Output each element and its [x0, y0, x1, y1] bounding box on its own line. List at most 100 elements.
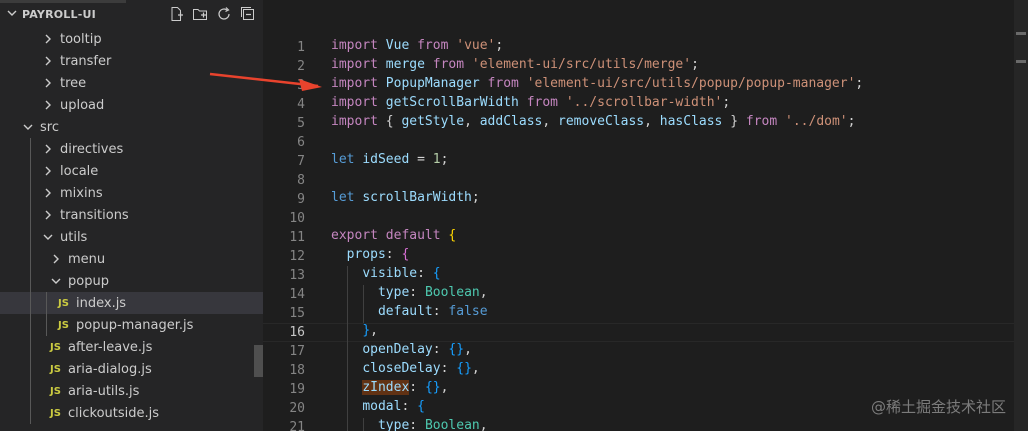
- code-token: PopupManager: [385, 76, 480, 91]
- code-token: from: [417, 38, 449, 53]
- watermark: @稀土掘金技术社区: [870, 398, 1006, 416]
- chevron-right-icon[interactable]: [42, 55, 54, 67]
- code-line[interactable]: import { getStyle, addClass, removeClass…: [331, 114, 855, 133]
- code-line[interactable]: visible: {: [331, 266, 441, 285]
- code-token: :: [432, 342, 449, 357]
- tree-folder-transfer[interactable]: transfer: [0, 50, 263, 72]
- tree-file-popup-manager-js[interactable]: JS popup-manager.js: [0, 314, 263, 336]
- tree-folder-popup[interactable]: popup: [0, 270, 263, 292]
- sidebar-scrollbar[interactable]: [254, 345, 263, 377]
- code-token: '../dom': [785, 114, 848, 129]
- chevron-right-icon[interactable]: [50, 253, 62, 265]
- code-token: let: [331, 190, 355, 205]
- tree-item-label: menu: [68, 251, 106, 267]
- code-token: export: [331, 228, 378, 243]
- code-token: import: [331, 114, 378, 129]
- code-editor[interactable]: 1 2 3 4 5 6 7 8 9 10 11 12 13 14 15 16 17 18 19 20 21 import…: [263, 0, 1028, 431]
- code-line[interactable]: import merge from 'element-ui/src/utils/…: [331, 57, 699, 76]
- chevron-down-icon[interactable]: [50, 275, 62, 287]
- ruler-mark: [1016, 32, 1026, 35]
- code-line[interactable]: type: Boolean,: [331, 285, 488, 304]
- tree-file-clickoutside-js[interactable]: JS clickoutside.js: [0, 402, 263, 424]
- explorer-header[interactable]: PAYROLL-UI: [0, 0, 263, 30]
- tree-item-label: mixins: [60, 185, 103, 201]
- chevron-down-icon[interactable]: [6, 7, 18, 19]
- code-token: hasClass: [659, 114, 723, 129]
- code-token: Boolean: [424, 418, 480, 431]
- code-token: :: [385, 247, 402, 262]
- tree-file-index-js[interactable]: JS index.js: [0, 292, 263, 314]
- tree-file-aria-utils-js[interactable]: JS aria-utils.js: [0, 380, 263, 402]
- code-token: :: [417, 266, 433, 281]
- tree-item-label: upload: [60, 97, 105, 113]
- chevron-right-icon[interactable]: [42, 187, 54, 199]
- code-token: ;: [495, 38, 504, 53]
- code-line[interactable]: let scrollBarWidth;: [331, 190, 480, 209]
- chevron-right-icon[interactable]: [42, 33, 54, 45]
- code-token: idSeed: [362, 152, 410, 167]
- editor-overview-ruler[interactable]: [1014, 0, 1028, 431]
- tree-folder-tree[interactable]: tree: [0, 72, 263, 94]
- chevron-right-icon[interactable]: [42, 165, 54, 177]
- code-token: ;: [440, 152, 449, 167]
- code-token: {}: [448, 342, 465, 357]
- collapse-all-icon[interactable]: [239, 5, 257, 23]
- chevron-right-icon[interactable]: [42, 143, 54, 155]
- tree-folder-transitions[interactable]: transitions: [0, 204, 263, 226]
- code-token: scrollBarWidth: [362, 190, 472, 205]
- code-line[interactable]: export default {: [331, 228, 456, 247]
- code-line[interactable]: modal: {: [331, 399, 425, 418]
- code-line[interactable]: import PopupManager from 'element-ui/src…: [331, 76, 863, 95]
- tree-folder-src[interactable]: src: [0, 116, 263, 138]
- code-line[interactable]: type: Boolean,: [331, 418, 488, 431]
- refresh-icon[interactable]: [215, 5, 233, 23]
- line-number: 15: [289, 306, 305, 321]
- tree-item-label: clickoutside.js: [68, 405, 160, 421]
- chevron-right-icon[interactable]: [42, 99, 54, 111]
- code-token: {}: [424, 380, 441, 395]
- tree-item-label: tree: [60, 75, 87, 91]
- tree-indent-guide: [46, 292, 47, 336]
- code-line[interactable]: let idSeed = 1;: [331, 152, 448, 171]
- code-line[interactable]: default: false: [331, 304, 488, 323]
- code-token: from: [745, 114, 778, 129]
- code-line[interactable]: import getScrollBarWidth from '../scroll…: [331, 95, 730, 114]
- code-line[interactable]: zIndex: {},: [331, 380, 448, 399]
- new-file-icon[interactable]: [167, 5, 185, 23]
- tree-file-aria-dialog-js[interactable]: JS aria-dialog.js: [0, 358, 263, 380]
- code-token: ,: [471, 361, 480, 376]
- code-line[interactable]: import Vue from 'vue';: [331, 38, 503, 57]
- new-folder-icon[interactable]: [191, 5, 209, 23]
- code-line[interactable]: },: [331, 323, 378, 342]
- code-line[interactable]: closeDelay: {},: [331, 361, 480, 380]
- line-number: 8: [297, 173, 305, 188]
- chevron-right-icon[interactable]: [42, 77, 54, 89]
- code-token: getStyle: [401, 114, 465, 129]
- code-token: =: [409, 152, 433, 167]
- tree-folder-mixins[interactable]: mixins: [0, 182, 263, 204]
- code-token: 'vue': [456, 38, 496, 53]
- code-token: ,: [440, 380, 449, 395]
- tree-folder-utils[interactable]: utils: [0, 226, 263, 248]
- chevron-right-icon[interactable]: [42, 209, 54, 221]
- tree-folder-tooltip[interactable]: tooltip: [0, 28, 263, 50]
- code-token: import: [331, 76, 378, 91]
- tree-folder-upload[interactable]: upload: [0, 94, 263, 116]
- tree-file-after-leave-js[interactable]: JS after-leave.js: [0, 336, 263, 358]
- tree-folder-directives[interactable]: directives: [0, 138, 263, 160]
- tree-folder-menu[interactable]: menu: [0, 248, 263, 270]
- code-line[interactable]: props: {: [331, 247, 410, 266]
- code-token: {: [432, 266, 441, 281]
- tree-folder-locale[interactable]: locale: [0, 160, 263, 182]
- code-token: import: [331, 57, 378, 72]
- chevron-down-icon[interactable]: [42, 231, 54, 243]
- code-line[interactable]: openDelay: {},: [331, 342, 472, 361]
- code-token: closeDelay: [362, 361, 441, 376]
- chevron-down-icon[interactable]: [22, 121, 34, 133]
- line-number: 3: [297, 78, 305, 93]
- code-token: ,: [464, 114, 480, 129]
